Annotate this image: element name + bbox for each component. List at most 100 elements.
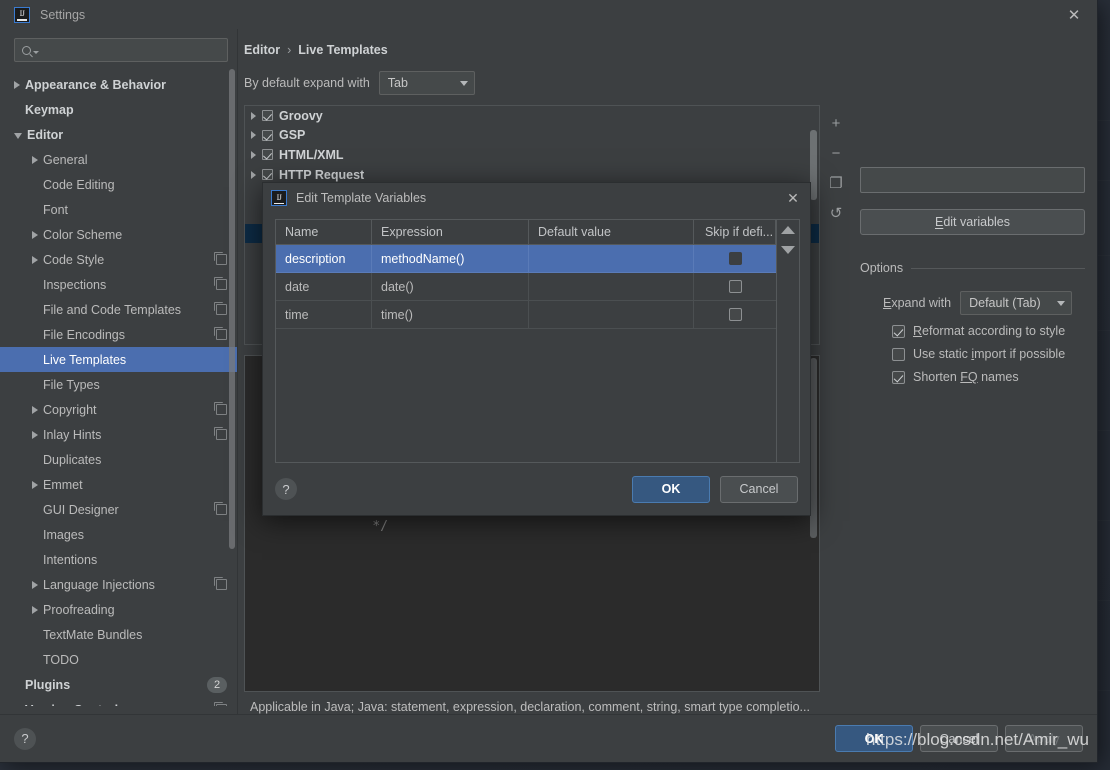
sidebar-scrollbar[interactable] bbox=[229, 69, 235, 549]
template-group-row[interactable]: HTML/XML bbox=[245, 145, 819, 165]
sidebar-item-images[interactable]: Images bbox=[0, 522, 237, 547]
column-header[interactable]: Expression bbox=[372, 220, 529, 245]
cell-default-value[interactable] bbox=[529, 273, 694, 301]
cell-expression[interactable]: time() bbox=[372, 301, 529, 329]
checkbox[interactable] bbox=[892, 371, 905, 384]
help-icon[interactable]: ? bbox=[275, 478, 297, 500]
chevron-right-icon[interactable] bbox=[251, 171, 256, 179]
sidebar-item-inspections[interactable]: Inspections bbox=[0, 272, 237, 297]
abbreviation-input[interactable] bbox=[860, 167, 1085, 193]
template-tree-scrollbar[interactable] bbox=[810, 130, 817, 200]
variables-reorder-controls bbox=[777, 219, 800, 463]
plus-icon[interactable]: + bbox=[826, 113, 846, 133]
sidebar-item-duplicates[interactable]: Duplicates bbox=[0, 447, 237, 472]
cell-name[interactable]: date bbox=[276, 273, 372, 301]
sidebar-item-editor[interactable]: Editor bbox=[0, 122, 237, 147]
move-down-icon[interactable] bbox=[781, 246, 795, 254]
template-group-label: GSP bbox=[279, 128, 305, 142]
duplicate-icon[interactable]: ❐ bbox=[826, 173, 846, 193]
cancel-button[interactable]: Cancel bbox=[920, 725, 998, 752]
sidebar-item-font[interactable]: Font bbox=[0, 197, 237, 222]
cell-name[interactable]: description bbox=[276, 245, 372, 273]
sidebar-item-proofreading[interactable]: Proofreading bbox=[0, 597, 237, 622]
sidebar-item-keymap[interactable]: Keymap bbox=[0, 97, 237, 122]
template-group-checkbox[interactable] bbox=[262, 110, 273, 121]
revert-icon[interactable]: ↺ bbox=[826, 203, 846, 223]
sidebar-item-general[interactable]: General bbox=[0, 147, 237, 172]
move-up-icon[interactable] bbox=[781, 226, 795, 234]
option-checkbox-label: Use static import if possible bbox=[913, 347, 1065, 361]
variables-table-empty-area bbox=[276, 329, 776, 462]
sidebar-item-language-injections[interactable]: Language Injections bbox=[0, 572, 237, 597]
chevron-right-icon[interactable] bbox=[251, 151, 256, 159]
search-input[interactable] bbox=[14, 38, 228, 62]
sidebar-item-file-encodings[interactable]: File Encodings bbox=[0, 322, 237, 347]
column-header[interactable]: Skip if defi... bbox=[694, 220, 776, 245]
chevron-right-icon[interactable] bbox=[251, 131, 256, 139]
table-row[interactable]: datedate() bbox=[276, 273, 776, 301]
sidebar-item-copyright[interactable]: Copyright bbox=[0, 397, 237, 422]
cell-default-value[interactable] bbox=[529, 301, 694, 329]
cell-expression[interactable]: methodName() bbox=[372, 245, 529, 273]
cell-skip-if-defined[interactable] bbox=[694, 245, 776, 273]
checkbox[interactable] bbox=[892, 325, 905, 338]
edit-variables-label: Edit variables bbox=[935, 215, 1010, 229]
sidebar-item-version-control[interactable]: Version Control bbox=[0, 697, 237, 706]
sidebar-item-file-types[interactable]: File Types bbox=[0, 372, 237, 397]
template-group-row[interactable]: GSP bbox=[245, 126, 819, 146]
cell-expression[interactable]: date() bbox=[372, 273, 529, 301]
sidebar-item-label: Inspections bbox=[43, 278, 106, 292]
cell-skip-if-defined[interactable] bbox=[694, 273, 776, 301]
sidebar-item-inlay-hints[interactable]: Inlay Hints bbox=[0, 422, 237, 447]
sidebar-item-todo[interactable]: TODO bbox=[0, 647, 237, 672]
dialog-cancel-button[interactable]: Cancel bbox=[720, 476, 798, 503]
variables-table-header: NameExpressionDefault valueSkip if defi.… bbox=[276, 220, 776, 245]
option-checkbox-row[interactable]: Reformat according to style bbox=[860, 324, 1085, 338]
template-group-checkbox[interactable] bbox=[262, 130, 273, 141]
sidebar-item-color-scheme[interactable]: Color Scheme bbox=[0, 222, 237, 247]
template-group-row[interactable]: Groovy bbox=[245, 106, 819, 126]
close-icon[interactable]: ✕ bbox=[1051, 0, 1097, 29]
sidebar-item-appearance-behavior[interactable]: Appearance & Behavior bbox=[0, 72, 237, 97]
table-row[interactable]: descriptionmethodName() bbox=[276, 245, 776, 273]
sidebar-item-textmate-bundles[interactable]: TextMate Bundles bbox=[0, 622, 237, 647]
expand-with-select[interactable]: Default (Tab) bbox=[960, 291, 1072, 315]
sidebar-item-code-editing[interactable]: Code Editing bbox=[0, 172, 237, 197]
editor-scrollbar[interactable] bbox=[810, 358, 817, 538]
minus-icon[interactable]: − bbox=[826, 143, 846, 163]
cell-name[interactable]: time bbox=[276, 301, 372, 329]
table-row[interactable]: timetime() bbox=[276, 301, 776, 329]
skip-checkbox[interactable] bbox=[729, 252, 742, 265]
close-icon[interactable]: ✕ bbox=[776, 183, 810, 213]
breadcrumb-root[interactable]: Editor bbox=[244, 43, 280, 57]
sidebar-item-file-and-code-templates[interactable]: File and Code Templates bbox=[0, 297, 237, 322]
sidebar-item-plugins[interactable]: Plugins2 bbox=[0, 672, 237, 697]
chevron-down-icon bbox=[460, 81, 468, 86]
help-icon[interactable]: ? bbox=[14, 728, 36, 750]
option-checkbox-row[interactable]: Shorten FQ names bbox=[860, 370, 1085, 384]
sidebar-item-emmet[interactable]: Emmet bbox=[0, 472, 237, 497]
cell-default-value[interactable] bbox=[529, 245, 694, 273]
checkbox[interactable] bbox=[892, 348, 905, 361]
template-group-checkbox[interactable] bbox=[262, 149, 273, 160]
sidebar-item-code-style[interactable]: Code Style bbox=[0, 247, 237, 272]
edit-variables-button[interactable]: Edit variables bbox=[860, 209, 1085, 235]
sidebar-item-live-templates[interactable]: Live Templates bbox=[0, 347, 237, 372]
skip-checkbox[interactable] bbox=[729, 280, 742, 293]
skip-checkbox[interactable] bbox=[729, 308, 742, 321]
dialog-ok-button[interactable]: OK bbox=[632, 476, 710, 503]
sidebar-item-intentions[interactable]: Intentions bbox=[0, 547, 237, 572]
column-header[interactable]: Default value bbox=[529, 220, 694, 245]
sidebar-item-gui-designer[interactable]: GUI Designer bbox=[0, 497, 237, 522]
column-header[interactable]: Name bbox=[276, 220, 372, 245]
cell-skip-if-defined[interactable] bbox=[694, 301, 776, 329]
default-expand-select[interactable]: Tab bbox=[379, 71, 475, 95]
apply-button[interactable]: Apply bbox=[1005, 725, 1083, 752]
option-checkbox-row[interactable]: Use static import if possible bbox=[860, 347, 1085, 361]
ok-button[interactable]: OK bbox=[835, 725, 913, 752]
plugins-count-badge: 2 bbox=[207, 677, 227, 693]
sidebar-item-label: Color Scheme bbox=[43, 228, 122, 242]
template-group-checkbox[interactable] bbox=[262, 169, 273, 180]
settings-category-tree: Appearance & BehaviorKeymapEditorGeneral… bbox=[0, 68, 237, 706]
chevron-right-icon[interactable] bbox=[251, 112, 256, 120]
